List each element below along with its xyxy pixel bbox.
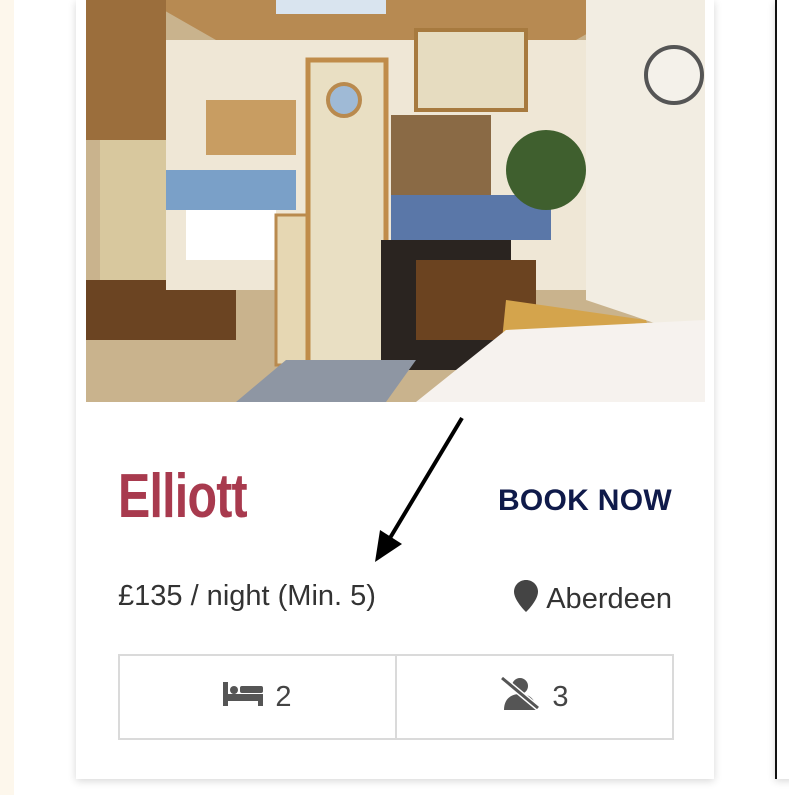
- listing-card[interactable]: Elliott BOOK NOW £135 / night (Min. 5) A…: [76, 0, 714, 779]
- kitchen-photo-illustration: [86, 0, 705, 402]
- stat-guests: 3: [395, 656, 672, 738]
- next-listing-card-edge[interactable]: [775, 0, 789, 779]
- guests-count: 3: [552, 680, 569, 713]
- listing-stats: 2 3: [118, 654, 674, 740]
- listing-photo[interactable]: [86, 0, 705, 402]
- location-label: Aberdeen: [546, 582, 672, 615]
- map-pin-icon: [514, 580, 539, 618]
- book-now-button[interactable]: BOOK NOW: [498, 486, 672, 516]
- stat-beds: 2: [120, 656, 395, 738]
- no-pets-icon: [500, 675, 541, 718]
- price-per-night: £135 / night (Min. 5): [118, 580, 376, 612]
- location: Aberdeen: [514, 580, 672, 618]
- listing-title[interactable]: Elliott: [118, 466, 248, 528]
- bed-icon: [223, 681, 264, 714]
- beds-count: 2: [275, 680, 292, 713]
- page-background-strip: [0, 0, 14, 795]
